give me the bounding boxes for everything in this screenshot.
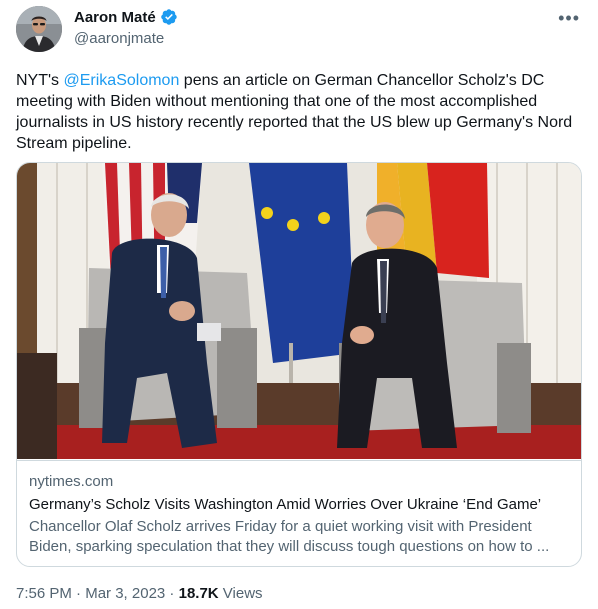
card-description: Chancellor Olaf Scholz arrives Friday fo… [29, 518, 550, 555]
avatar[interactable] [16, 6, 62, 52]
tweet: Aaron Maté @aaronjmate ••• NYT's @ErikaS… [0, 0, 598, 609]
tweet-time[interactable]: 7:56 PM [16, 585, 72, 602]
more-options-icon[interactable]: ••• [558, 8, 580, 29]
views-count: 18.7K [178, 585, 219, 602]
card-headline[interactable]: Germany’s Scholz Visits Washington Amid … [29, 496, 541, 513]
card-info[interactable]: nytimes.com Germany’s Scholz Visits Wash… [17, 460, 581, 566]
mention-link[interactable]: @ErikaSolomon [64, 72, 180, 89]
author-name-row[interactable]: Aaron Maté [74, 8, 178, 26]
tweet-text: NYT's @ErikaSolomon pens an article on G… [16, 70, 586, 154]
views-label: Views [218, 585, 263, 602]
tweet-meta: 7:56 PM · Mar 3, 2023 · 18.7K Views [16, 585, 263, 602]
tweet-text-before: NYT's [16, 72, 64, 89]
tweet-date[interactable]: Mar 3, 2023 [85, 585, 165, 602]
link-card[interactable]: nytimes.com Germany’s Scholz Visits Wash… [16, 162, 582, 567]
card-image[interactable] [17, 163, 581, 459]
author-name[interactable]: Aaron Maté [74, 9, 156, 26]
meta-separator: · [71, 585, 86, 602]
meta-separator: · [165, 585, 179, 602]
verified-badge-icon [160, 9, 177, 25]
card-domain: nytimes.com [29, 473, 114, 490]
author-handle[interactable]: @aaronjmate [74, 30, 164, 47]
